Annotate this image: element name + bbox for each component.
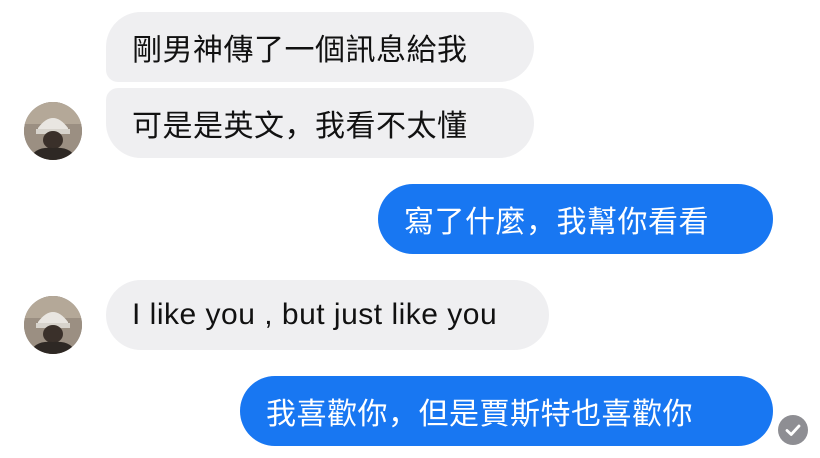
avatar-photo [24,296,82,354]
incoming-message-bubble[interactable]: 剛男神傳了一個訊息給我 [106,12,534,82]
message-text: 我喜歡你，但是賈斯特也喜歡你 [266,397,693,432]
incoming-message-bubble[interactable]: I like you , but just like you [106,280,549,350]
avatar-photo [24,102,82,160]
contact-avatar[interactable] [24,296,82,354]
check-circle-icon [778,415,808,445]
contact-avatar[interactable] [24,102,82,160]
incoming-message-bubble[interactable]: 可是是英文，我看不太懂 [106,88,534,158]
outgoing-message-bubble[interactable]: 我喜歡你，但是賈斯特也喜歡你 [240,376,773,446]
outgoing-message-bubble[interactable]: 寫了什麼，我幫你看看 [378,184,773,254]
message-text: 可是是英文，我看不太懂 [132,109,468,144]
message-text: I like you , but just like you [132,298,498,331]
message-text: 剛男神傳了一個訊息給我 [132,33,468,68]
message-text: 寫了什麼，我幫你看看 [404,205,709,240]
